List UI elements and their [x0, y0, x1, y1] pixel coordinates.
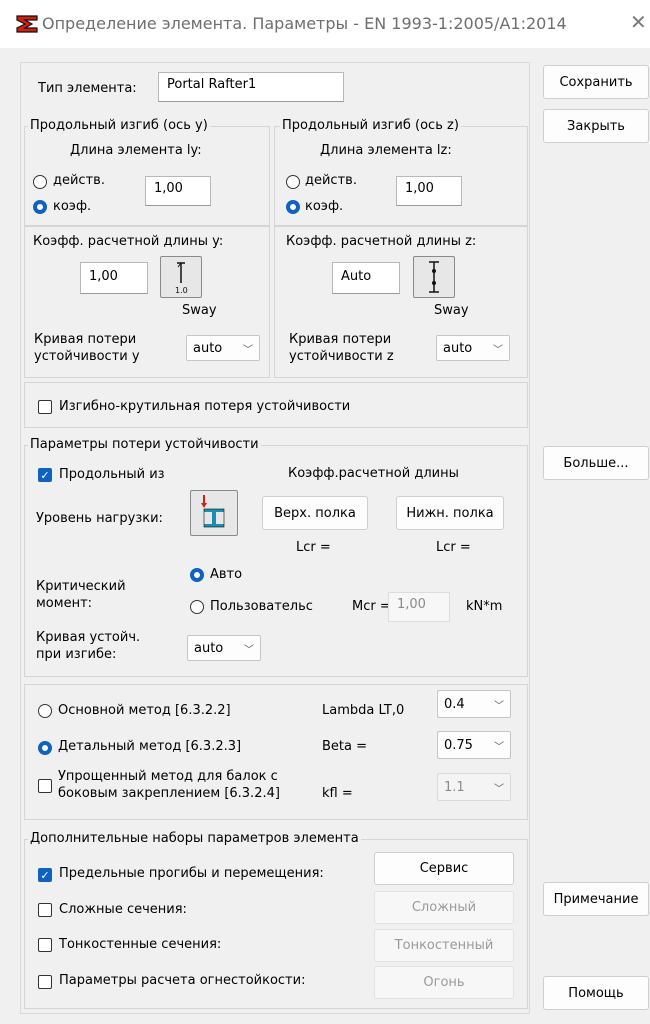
radio-basic-method[interactable]: [38, 704, 52, 718]
top-flange-button[interactable]: Верх. полка: [262, 496, 368, 530]
coef-z-input[interactable]: Auto: [332, 262, 400, 294]
radio-mcr-user[interactable]: [190, 600, 204, 614]
thin-walled-button[interactable]: Тонкостенный: [374, 929, 514, 962]
note-button[interactable]: Примечание: [543, 882, 649, 916]
ltb-curve-dropdown[interactable]: auto ﹀: [187, 635, 261, 661]
mcr-input[interactable]: 1,00: [388, 592, 450, 622]
complex-sections-checkbox[interactable]: [38, 903, 52, 917]
ltb-checkbox[interactable]: ✓: [38, 468, 52, 482]
chevron-down-icon: ﹀: [243, 344, 253, 356]
length-y-label: Длина элемента ly:: [70, 143, 202, 158]
radio-mcr-auto[interactable]: [190, 568, 204, 582]
detailed-method-label: Детальный метод [6.3.2.3]: [58, 739, 242, 754]
curve-z-dropdown[interactable]: auto ﹀: [436, 335, 510, 361]
bottom-flange-button[interactable]: Нижн. полка: [396, 496, 504, 530]
app-logo-icon: [16, 15, 38, 33]
close-icon[interactable]: ✕: [630, 10, 647, 34]
basic-method-label: Основной метод [6.3.2.2]: [58, 703, 231, 718]
simplified-method-label: Упрощенный метод для балок с боковым зак…: [58, 769, 280, 801]
complex-button[interactable]: Сложный: [374, 891, 514, 924]
ltb-title: Параметры потери устойчивости: [28, 437, 261, 452]
radio-actual-z[interactable]: [286, 175, 300, 189]
length-z-input[interactable]: 1,00: [396, 176, 462, 206]
beta-dropdown[interactable]: 0.75 ﹀: [437, 731, 511, 759]
radio-actual-y[interactable]: [33, 175, 47, 189]
sway-z-label: Sway: [434, 303, 469, 318]
column-braced-icon: [429, 261, 439, 293]
element-type-label: Тип элемента:: [38, 81, 137, 96]
help-button[interactable]: Помощь: [543, 976, 649, 1010]
ltb-curve-label: Кривая устойч. при изгибе:: [36, 630, 141, 662]
buckling-y-title: Продольный изгиб (ось y): [28, 118, 210, 133]
more-button[interactable]: Больше...: [543, 446, 649, 480]
curve-y-dropdown[interactable]: auto ﹀: [186, 335, 260, 361]
coef-y-input[interactable]: 1,00: [80, 262, 148, 294]
element-type-input[interactable]: Portal Rafter1: [158, 72, 344, 102]
radio-coef-z-label: коэф.: [305, 199, 344, 214]
radio-coef-z[interactable]: [286, 200, 300, 214]
ltb-coef-label: Коэфф.расчетной длины: [288, 466, 459, 481]
service-button[interactable]: Сервис: [374, 852, 514, 885]
torsional-checkbox[interactable]: [38, 400, 52, 414]
radio-mcr-user-label: Пользовательс: [210, 599, 313, 614]
radio-coef-y[interactable]: [33, 200, 47, 214]
sway-y-icon-button[interactable]: 1.0: [160, 256, 202, 298]
lcr-bottom-label: Lcr =: [436, 540, 471, 555]
load-level-button[interactable]: [190, 490, 238, 536]
save-button[interactable]: Сохранить: [543, 65, 649, 99]
simplified-method-checkbox[interactable]: [38, 779, 52, 793]
length-z-label: Длина элемента lz:: [320, 143, 452, 158]
curve-y-label: Кривая потери устойчивости y: [34, 332, 140, 364]
critical-moment-label: Критический момент:: [36, 579, 126, 611]
load-level-label: Уровень нагрузки:: [36, 511, 163, 526]
mcr-unit: kN*m: [466, 599, 503, 614]
chevron-down-icon: ﹀: [244, 644, 254, 656]
chevron-down-icon: ﹀: [494, 700, 504, 712]
coef-y-label: Коэфф. расчетной длины y:: [33, 234, 224, 249]
ltb-checkbox-label: Продольный из: [59, 467, 165, 482]
i-beam-load-icon: [201, 495, 225, 528]
sway-z-icon-button[interactable]: [413, 256, 455, 298]
deflections-label: Предельные прогибы и перемещения:: [59, 866, 324, 881]
svg-text:1.0: 1.0: [175, 286, 188, 295]
complex-sections-label: Сложные сечения:: [59, 902, 187, 917]
lcr-top-label: Lcr =: [296, 540, 331, 555]
close-button[interactable]: Закрыть: [543, 109, 649, 143]
fire-button[interactable]: Огонь: [374, 966, 514, 999]
length-y-input[interactable]: 1,00: [145, 176, 211, 206]
lambda-label: Lambda LT,0: [322, 703, 405, 718]
curve-z-label: Кривая потери устойчивости z: [289, 332, 394, 364]
chevron-down-icon: ﹀: [493, 344, 503, 356]
radio-actual-y-label: действ.: [53, 173, 105, 188]
radio-actual-z-label: действ.: [305, 173, 357, 188]
fire-label: Параметры расчета огнестойкости:: [59, 973, 306, 988]
coef-z-label: Коэфф. расчетной длины z:: [286, 234, 477, 249]
deflections-checkbox[interactable]: ✓: [38, 868, 52, 882]
radio-detailed-method[interactable]: [38, 741, 52, 755]
kfl-label: kfl =: [322, 786, 353, 801]
buckling-z-title: Продольный изгиб (ось z): [280, 118, 461, 133]
thin-walled-label: Тонкостенные сечения:: [59, 937, 222, 952]
fire-checkbox[interactable]: [38, 975, 52, 989]
radio-coef-y-label: коэф.: [53, 199, 92, 214]
torsional-label: Изгибно-крутильная потеря устойчивости: [59, 399, 351, 414]
kfl-dropdown[interactable]: 1.1 ﹀: [437, 773, 511, 801]
chevron-down-icon: ﹀: [494, 741, 504, 753]
sway-y-label: Sway: [182, 303, 217, 318]
chevron-down-icon: ﹀: [494, 783, 504, 795]
window-title: Определение элемента. Параметры - EN 199…: [42, 14, 567, 33]
mcr-label: Mcr =: [352, 599, 391, 614]
radio-mcr-auto-label: Авто: [210, 567, 243, 582]
extra-title: Дополнительные наборы параметров элемент…: [28, 831, 361, 846]
column-sway-icon: 1.0: [175, 262, 188, 295]
beta-label: Beta =: [322, 739, 368, 754]
lambda-dropdown[interactable]: 0.4 ﹀: [437, 690, 511, 718]
thin-walled-checkbox[interactable]: [38, 938, 52, 952]
